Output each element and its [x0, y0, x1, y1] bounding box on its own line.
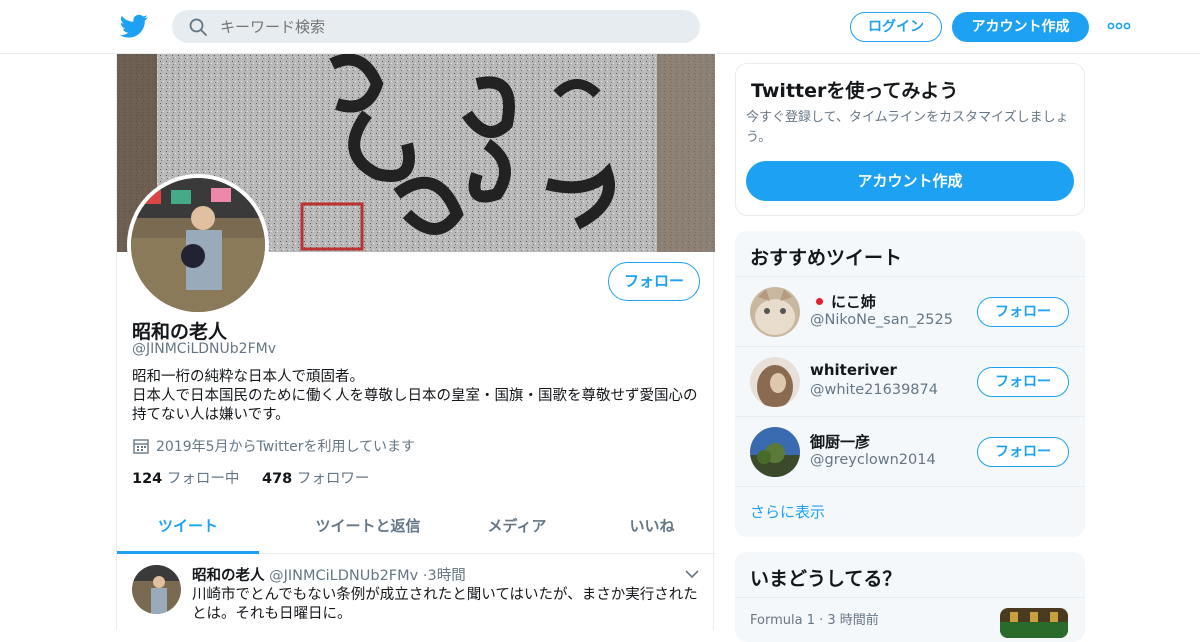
followers-stat[interactable]: 478 フォロワー — [262, 471, 369, 487]
profile-column: フォロー 昭和の老人 @JINMCiLDNUb2FMv 昭和一桁の純粋な日本人で… — [116, 54, 715, 630]
profile-bio: 昭和一桁の純粋な日本人で頑固者。 日本人で日本国民のために働く人を尊敬し日本の皇… — [132, 368, 702, 425]
search-icon — [189, 18, 207, 36]
tweet-time[interactable]: 3時間 — [427, 568, 465, 584]
twitter-logo-icon[interactable] — [120, 12, 148, 40]
calendar-icon — [133, 439, 149, 454]
trend-item[interactable]: Formula 1 · 3 時間前 — [735, 597, 1085, 638]
tab-media[interactable]: メディア — [472, 504, 562, 554]
trends-panel: いまどうしてる？ Formula 1 · 3 時間前 — [735, 552, 1085, 642]
suggestion-avatar[interactable] — [750, 357, 800, 407]
following-count: 124 — [132, 471, 163, 487]
follow-stats: 124 フォロー中 478 フォロワー — [132, 467, 369, 488]
follow-button[interactable]: フォロー — [608, 262, 700, 301]
tweet-text: 川崎市でとんでもない条例が成立されたと聞いてはいたが、まさか実行されたとは。それ… — [192, 587, 698, 622]
suggestions-panel: おすすめツイート にこ姉 @NikoNe_san_2525 フォロー white… — [735, 231, 1085, 537]
suggestion-name[interactable]: whiteriver — [810, 361, 897, 379]
following-label: フォロー中 — [166, 471, 240, 487]
profile-name: 昭和の老人 — [132, 321, 228, 343]
suggestion-avatar[interactable] — [750, 287, 800, 337]
following-stat[interactable]: 124 フォロー中 — [132, 471, 239, 487]
tweet-author-handle[interactable]: @JINMCiLDNUb2FMv — [269, 568, 418, 584]
suggestion-handle[interactable]: @NikoNe_san_2525 — [810, 312, 953, 328]
signup-card: Twitterを使ってみよう 今すぐ登録して、タイムラインをカスタマイズしましょ… — [735, 63, 1085, 216]
suggestion-item[interactable]: whiteriver @white21639874 フォロー — [735, 346, 1085, 416]
red-dot-icon — [816, 298, 823, 305]
show-more-link[interactable]: さらに表示 — [750, 501, 825, 522]
trend-source: Formula 1 — [750, 613, 815, 628]
trend-thumbnail — [1000, 608, 1068, 638]
trend-meta: Formula 1 · 3 時間前 — [750, 613, 879, 628]
suggestion-follow-button[interactable]: フォロー — [977, 437, 1069, 467]
signup-card-description: 今すぐ登録して、タイムラインをカスタマイズしましょう。 — [746, 110, 1069, 145]
suggestion-handle[interactable]: @white21639874 — [810, 382, 938, 398]
trend-time: 3 時間前 — [827, 613, 879, 628]
tweet-header: 昭和の老人 @JINMCiLDNUb2FMv ·3時間 — [192, 564, 466, 585]
suggestion-avatar[interactable] — [750, 427, 800, 477]
suggestion-item[interactable]: にこ姉 @NikoNe_san_2525 フォロー — [735, 276, 1085, 346]
suggestion-follow-button[interactable]: フォロー — [977, 297, 1069, 327]
suggestion-item[interactable]: 御厨一彦 @greyclown2014 フォロー — [735, 416, 1085, 486]
signup-card-title: Twitterを使ってみよう — [751, 80, 959, 102]
suggestions-title: おすすめツイート — [750, 247, 903, 269]
profile-avatar[interactable] — [127, 174, 269, 316]
profile-handle[interactable]: @JINMCiLDNUb2FMv — [132, 341, 276, 357]
tweet-item[interactable]: 昭和の老人 @JINMCiLDNUb2FMv ·3時間 川崎市でとんでもない条例… — [117, 555, 715, 635]
bio-line-1: 昭和一桁の純粋な日本人で頑固者。 — [132, 369, 364, 385]
suggestion-follow-button[interactable]: フォロー — [977, 367, 1069, 397]
search-bar[interactable] — [172, 10, 700, 43]
suggestion-handle[interactable]: @greyclown2014 — [810, 452, 936, 468]
join-date-text: 2019年5月からTwitterを利用しています — [156, 439, 416, 455]
tweet-avatar[interactable] — [132, 565, 181, 614]
suggestion-name[interactable]: にこ姉 — [810, 291, 876, 312]
tab-tweets-replies[interactable]: ツイートと返信 — [282, 504, 454, 554]
trends-title: いまどうしてる？ — [750, 568, 902, 590]
profile-tabs: ツイート ツイートと返信 メディア いいね — [117, 504, 715, 554]
top-nav-bar: ログイン アカウント作成 — [0, 0, 1200, 54]
suggestion-name-text: にこ姉 — [831, 293, 876, 311]
bio-line-2: 日本人で日本国民のために働く人を尊敬し日本の皇室・国旗・国歌を尊敬せず愛国心の持… — [132, 388, 698, 423]
more-options-icon[interactable] — [1107, 16, 1131, 36]
signup-button[interactable]: アカウント作成 — [952, 12, 1089, 42]
search-input[interactable] — [220, 10, 680, 43]
join-date: 2019年5月からTwitterを利用しています — [132, 436, 415, 456]
followers-label: フォロワー — [296, 471, 370, 487]
tab-tweets[interactable]: ツイート — [117, 504, 259, 554]
chevron-down-icon[interactable] — [685, 569, 699, 579]
signup-card-button[interactable]: アカウント作成 — [746, 161, 1074, 201]
followers-count: 478 — [262, 471, 293, 487]
tab-likes[interactable]: いいね — [612, 504, 692, 554]
suggestion-name[interactable]: 御厨一彦 — [810, 431, 870, 452]
tweet-author-name[interactable]: 昭和の老人 — [192, 568, 265, 584]
login-button[interactable]: ログイン — [850, 12, 942, 42]
